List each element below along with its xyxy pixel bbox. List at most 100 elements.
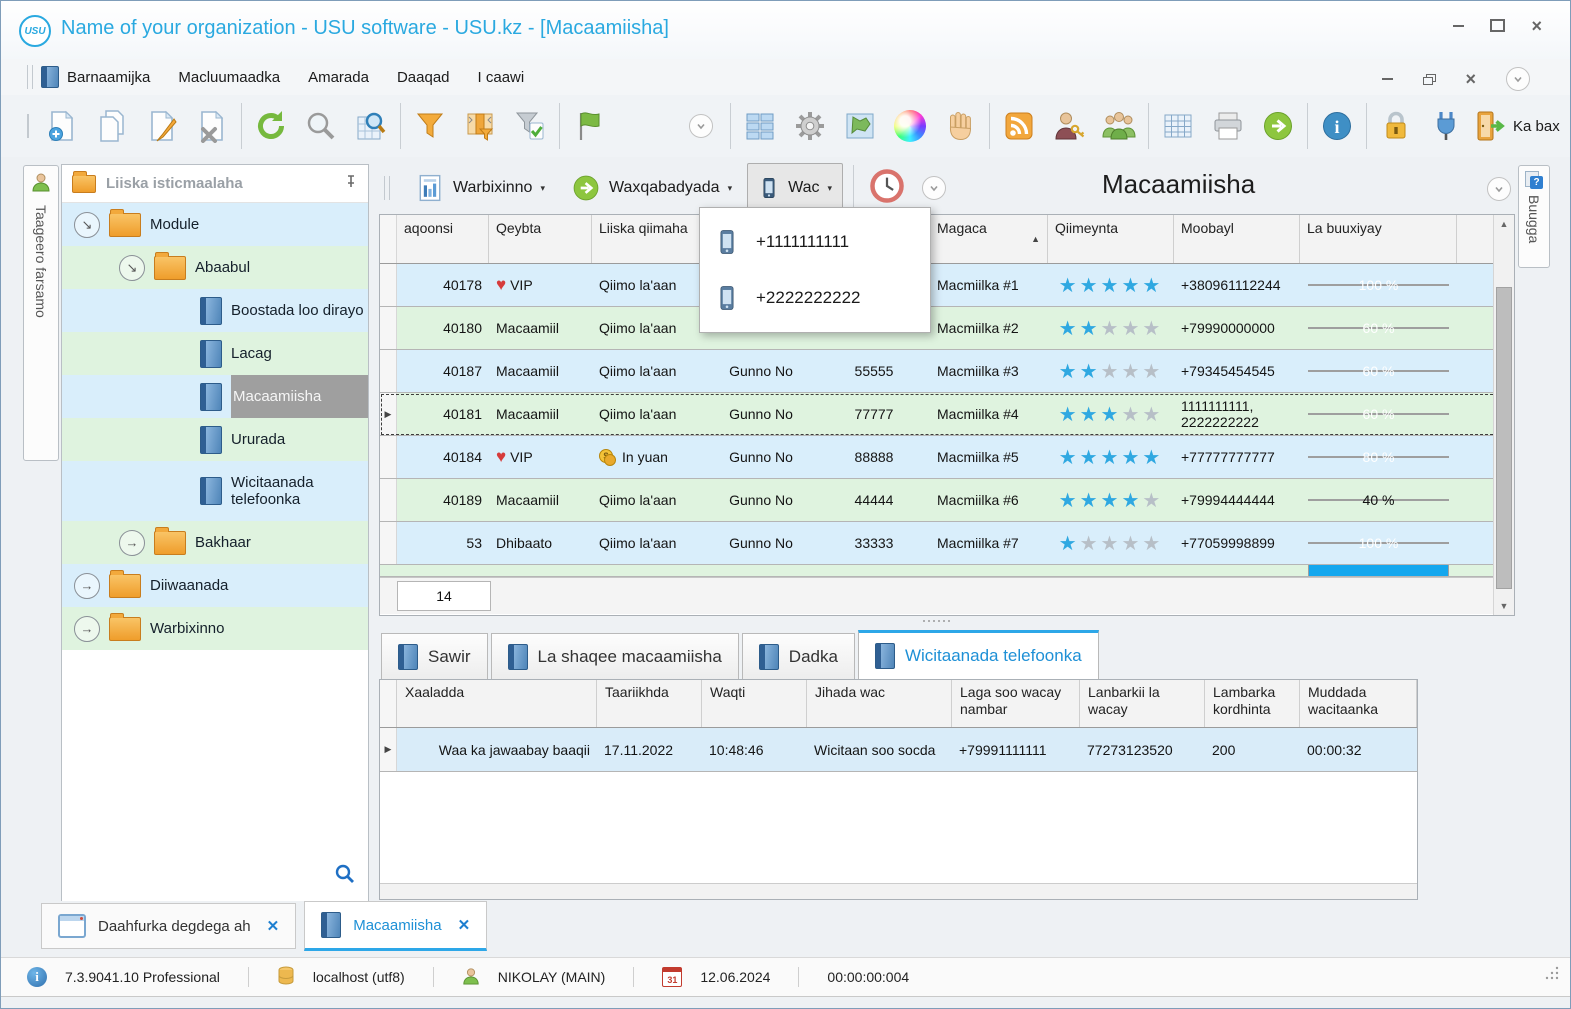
column-header-jihada-wac[interactable]: Jihada wac xyxy=(807,680,952,727)
tree-node-warbixinno[interactable]: → Warbixinno xyxy=(62,607,368,650)
info-button[interactable]: i xyxy=(1312,99,1362,153)
resize-grip[interactable] xyxy=(1544,965,1560,986)
call-history-clock-icon[interactable] xyxy=(868,167,906,210)
expand-node-icon[interactable]: → xyxy=(74,615,100,642)
rss-feed-button[interactable] xyxy=(994,99,1044,153)
layout-grid-button[interactable] xyxy=(735,99,785,153)
column-header-Qeybta[interactable]: Qeybta xyxy=(489,215,592,263)
delete-document-button[interactable] xyxy=(187,99,237,153)
collapse-node-icon[interactable]: ↘ xyxy=(119,254,145,281)
window-tab-macaamiisha[interactable]: Macaamiisha ✕ xyxy=(304,901,488,951)
window-tab-daahfurka-degdega-ah[interactable]: Daahfurka degdega ah ✕ xyxy=(41,903,297,949)
pin-icon[interactable] xyxy=(344,174,358,193)
toolbar-overflow-chevron-icon[interactable] xyxy=(922,176,947,200)
toolbar-grip[interactable] xyxy=(27,65,33,89)
plugin-button[interactable] xyxy=(1421,99,1471,153)
user-key-button[interactable] xyxy=(1044,99,1094,153)
column-header-laga-soo-wacay-nambar[interactable]: Laga soo wacay nambar xyxy=(952,680,1080,727)
mdi-menu-chevron-icon[interactable] xyxy=(1506,67,1530,91)
filter-apply-button[interactable] xyxy=(505,99,555,153)
column-header-Qiimeynta[interactable]: Qiimeynta xyxy=(1048,215,1174,263)
tree-node-abaabul[interactable]: ↘ Abaabul xyxy=(62,246,368,289)
customer-row[interactable]: ▶ 40181 Macaamiil Qiimo la'aan Gunno No 77777… xyxy=(380,393,1514,436)
search-grid-button[interactable] xyxy=(346,99,396,153)
copy-document-button[interactable] xyxy=(87,99,137,153)
refresh-button[interactable] xyxy=(246,99,296,153)
close-tab-icon[interactable]: ✕ xyxy=(458,916,471,934)
mdi-restore-button[interactable] xyxy=(1423,73,1437,85)
book-side-tab[interactable]: ? Buugga xyxy=(1518,165,1550,268)
scroll-down-icon[interactable]: ▼ xyxy=(1494,597,1514,615)
customer-row[interactable]: 53 Dhibaato Qiimo la'aan Gunno No 33333 Macmi… xyxy=(380,522,1514,565)
column-header-Magaca[interactable]: Magaca ▲ xyxy=(930,215,1048,263)
title-overflow-chevron-icon[interactable] xyxy=(1487,177,1511,201)
toolbar-grip[interactable] xyxy=(27,114,29,138)
column-header-lambarka-kordhinta[interactable]: Lambarka kordhinta xyxy=(1205,680,1300,727)
go-next-button[interactable] xyxy=(1253,99,1303,153)
call-menu-item[interactable]: +2222222222 xyxy=(700,270,930,326)
tree-node-ururada[interactable]: Ururada xyxy=(62,418,368,461)
menu-item-amarada[interactable]: Amarada xyxy=(308,69,369,86)
column-header-Moobayl[interactable]: Moobayl xyxy=(1174,215,1300,263)
menu-item-daaqad[interactable]: Daaqad xyxy=(397,69,450,86)
settings-gear-button[interactable] xyxy=(785,99,835,153)
tab-wicitaanada-telefoonka[interactable]: Wicitaanada telefoonka xyxy=(857,630,1099,680)
flag-button[interactable] xyxy=(564,99,614,153)
column-header-aqoonsi[interactable]: aqoonsi xyxy=(397,215,489,263)
sidebar-search-icon[interactable] xyxy=(334,863,356,890)
menu-item-barnaamijka[interactable]: Barnaamijka xyxy=(67,69,150,86)
hand-button[interactable] xyxy=(935,99,985,153)
tab-sawir[interactable]: Sawir xyxy=(381,633,488,680)
filter-columns-button[interactable] xyxy=(455,99,505,153)
column-header-muddada-wacitaanka[interactable]: Muddada wacitaanka xyxy=(1300,680,1417,727)
vertical-scrollbar[interactable]: ▲ ▼ xyxy=(1493,215,1514,615)
call-row[interactable]: ▶ Waa ka jawaabay baaqii 17.11.2022 10:48:4… xyxy=(380,728,1417,772)
warbixinno-button[interactable]: Warbixinno ▾ xyxy=(404,163,556,213)
tree-node-macaamiisha[interactable]: Macaamiisha xyxy=(62,375,368,418)
map-button[interactable] xyxy=(835,99,885,153)
color-wheel-button[interactable] xyxy=(885,99,935,153)
call-menu-item[interactable]: +1111111111 xyxy=(700,214,930,270)
tab-la-shaqee-macaamiisha[interactable]: La shaqee macaamiisha xyxy=(490,633,739,680)
tree-node-boostada-loo-dirayo[interactable]: Boostada loo dirayo xyxy=(62,289,368,332)
column-header-lanbarkii-la-wacay[interactable]: Lanbarkii la wacay xyxy=(1080,680,1205,727)
menu-item-macluumaadka[interactable]: Macluumaadka xyxy=(178,69,280,86)
customer-row[interactable]: 40184 ♥VIP In yuan Gunno No 88888 Macmiilka #… xyxy=(380,436,1514,479)
customer-row[interactable]: 40187 Macaamiil Qiimo la'aan Gunno No 55555 M… xyxy=(380,350,1514,393)
users-group-button[interactable] xyxy=(1094,99,1144,153)
wac-button[interactable]: Wac ▾ xyxy=(747,163,844,213)
toolbar-grip[interactable] xyxy=(384,176,390,200)
chevron-circle-button[interactable] xyxy=(676,99,726,153)
column-header-Liiska qiimaha[interactable]: Liiska qiimaha xyxy=(592,215,704,263)
tree-node-bakhaar[interactable]: → Bakhaar xyxy=(62,521,368,564)
column-header-xaaladda[interactable]: Xaaladda xyxy=(397,680,597,727)
support-side-tab[interactable]: Taageero farsamo xyxy=(23,165,59,461)
waxqabadyada-button[interactable]: Waxqabadyada ▾ xyxy=(560,163,743,213)
minimize-button[interactable] xyxy=(1453,24,1465,27)
scroll-up-icon[interactable]: ▲ xyxy=(1494,215,1514,233)
expand-node-icon[interactable]: → xyxy=(74,572,100,599)
mdi-close-button[interactable]: × xyxy=(1465,70,1476,88)
column-header-taariikhda[interactable]: Taariikhda xyxy=(597,680,702,727)
tree-node-lacag[interactable]: Lacag xyxy=(62,332,368,375)
filter-button[interactable] xyxy=(405,99,455,153)
menu-item-i-caawi[interactable]: I caawi xyxy=(478,69,525,86)
column-header-La buuxiyay[interactable]: La buuxiyay xyxy=(1300,215,1457,263)
customer-row[interactable]: 40178 ♥ VIP Qiimo la'aan Macmiilka #1 ★★★★★ +3… xyxy=(380,264,1514,307)
maximize-button[interactable] xyxy=(1490,19,1506,32)
scrollbar-thumb[interactable] xyxy=(1496,287,1512,589)
expand-node-icon[interactable]: → xyxy=(119,529,145,556)
search-button[interactable] xyxy=(296,99,346,153)
collapse-node-icon[interactable]: ↘ xyxy=(74,211,100,238)
tree-node-diiwaanada[interactable]: → Diiwaanada xyxy=(62,564,368,607)
printer-button[interactable] xyxy=(1203,99,1253,153)
panel-splitter[interactable] xyxy=(901,617,971,625)
lock-button[interactable] xyxy=(1371,99,1421,153)
chevron-circle-button[interactable] xyxy=(1566,99,1570,153)
mdi-minimize-button[interactable] xyxy=(1382,78,1394,80)
new-document-button[interactable] xyxy=(37,99,87,153)
tree-node-module[interactable]: ↘ Module xyxy=(62,203,368,246)
close-tab-icon[interactable]: ✕ xyxy=(267,917,280,935)
tab-dadka[interactable]: Dadka xyxy=(741,633,855,680)
column-header-waqti[interactable]: Waqti xyxy=(702,680,807,727)
